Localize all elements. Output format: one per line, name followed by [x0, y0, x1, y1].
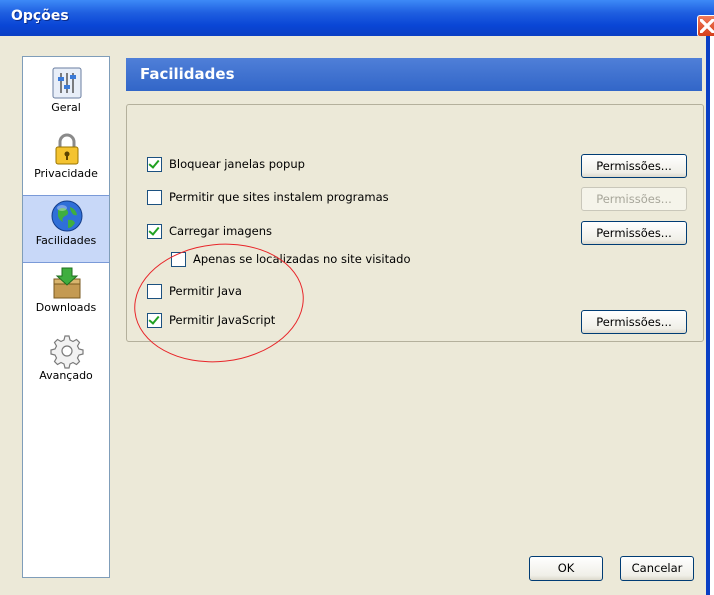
ok-button[interactable]: OK	[529, 556, 603, 581]
load-images-label[interactable]: Carregar imagens	[169, 224, 272, 238]
allow-install-label[interactable]: Permitir que sites instalem programas	[169, 190, 389, 204]
sidebar-item-facilidades[interactable]: Facilidades	[23, 195, 109, 263]
allow-javascript-checkbox[interactable]	[147, 313, 162, 328]
page-title: Facilidades	[140, 65, 235, 83]
window-title: Opções	[11, 8, 69, 24]
sidebar-item-label: Privacidade	[34, 167, 98, 180]
sidebar-item-downloads[interactable]: Downloads	[23, 263, 109, 329]
options-dialog: Geral Privacidade Facilidades Downloads …	[0, 36, 710, 595]
origin-only-label[interactable]: Apenas se localizadas no site visitado	[193, 252, 411, 266]
close-icon[interactable]	[697, 15, 714, 37]
block-popup-checkbox[interactable]	[147, 157, 162, 172]
allow-java-checkbox[interactable]	[147, 284, 162, 299]
sidebar-item-label: Geral	[51, 101, 81, 114]
lock-icon	[49, 131, 85, 167]
install-permissions-button[interactable]: Permissões...	[581, 187, 687, 211]
allow-javascript-label[interactable]: Permitir JavaScript	[169, 313, 275, 327]
globe-icon	[49, 198, 85, 234]
cancel-button[interactable]: Cancelar	[620, 556, 694, 581]
sidebar-item-privacidade[interactable]: Privacidade	[23, 129, 109, 195]
download-box-icon	[49, 265, 85, 301]
window-titlebar: Opções	[0, 0, 714, 37]
javascript-permissions-button[interactable]: Permissões...	[581, 310, 687, 334]
popup-permissions-button[interactable]: Permissões...	[581, 154, 687, 178]
sidebar-item-label: Facilidades	[35, 234, 97, 247]
sidebar-item-label: Avançado	[39, 369, 93, 382]
origin-only-checkbox[interactable]	[171, 252, 186, 267]
allow-java-label[interactable]: Permitir Java	[169, 284, 242, 298]
block-popup-label[interactable]: Bloquear janelas popup	[169, 157, 305, 171]
sidebar-item-avancado[interactable]: Avançado	[23, 331, 109, 397]
category-sidebar: Geral Privacidade Facilidades Downloads …	[22, 56, 110, 578]
general-icon	[49, 65, 85, 101]
images-permissions-button[interactable]: Permissões...	[581, 221, 687, 245]
sidebar-item-label: Downloads	[35, 301, 97, 314]
gear-icon	[49, 333, 85, 369]
sidebar-item-geral[interactable]: Geral	[23, 63, 109, 129]
pane-header: Facilidades	[126, 58, 702, 91]
options-group: Bloquear janelas popup Permissões... Per…	[126, 104, 704, 342]
allow-install-checkbox[interactable]	[147, 190, 162, 205]
load-images-checkbox[interactable]	[147, 224, 162, 239]
